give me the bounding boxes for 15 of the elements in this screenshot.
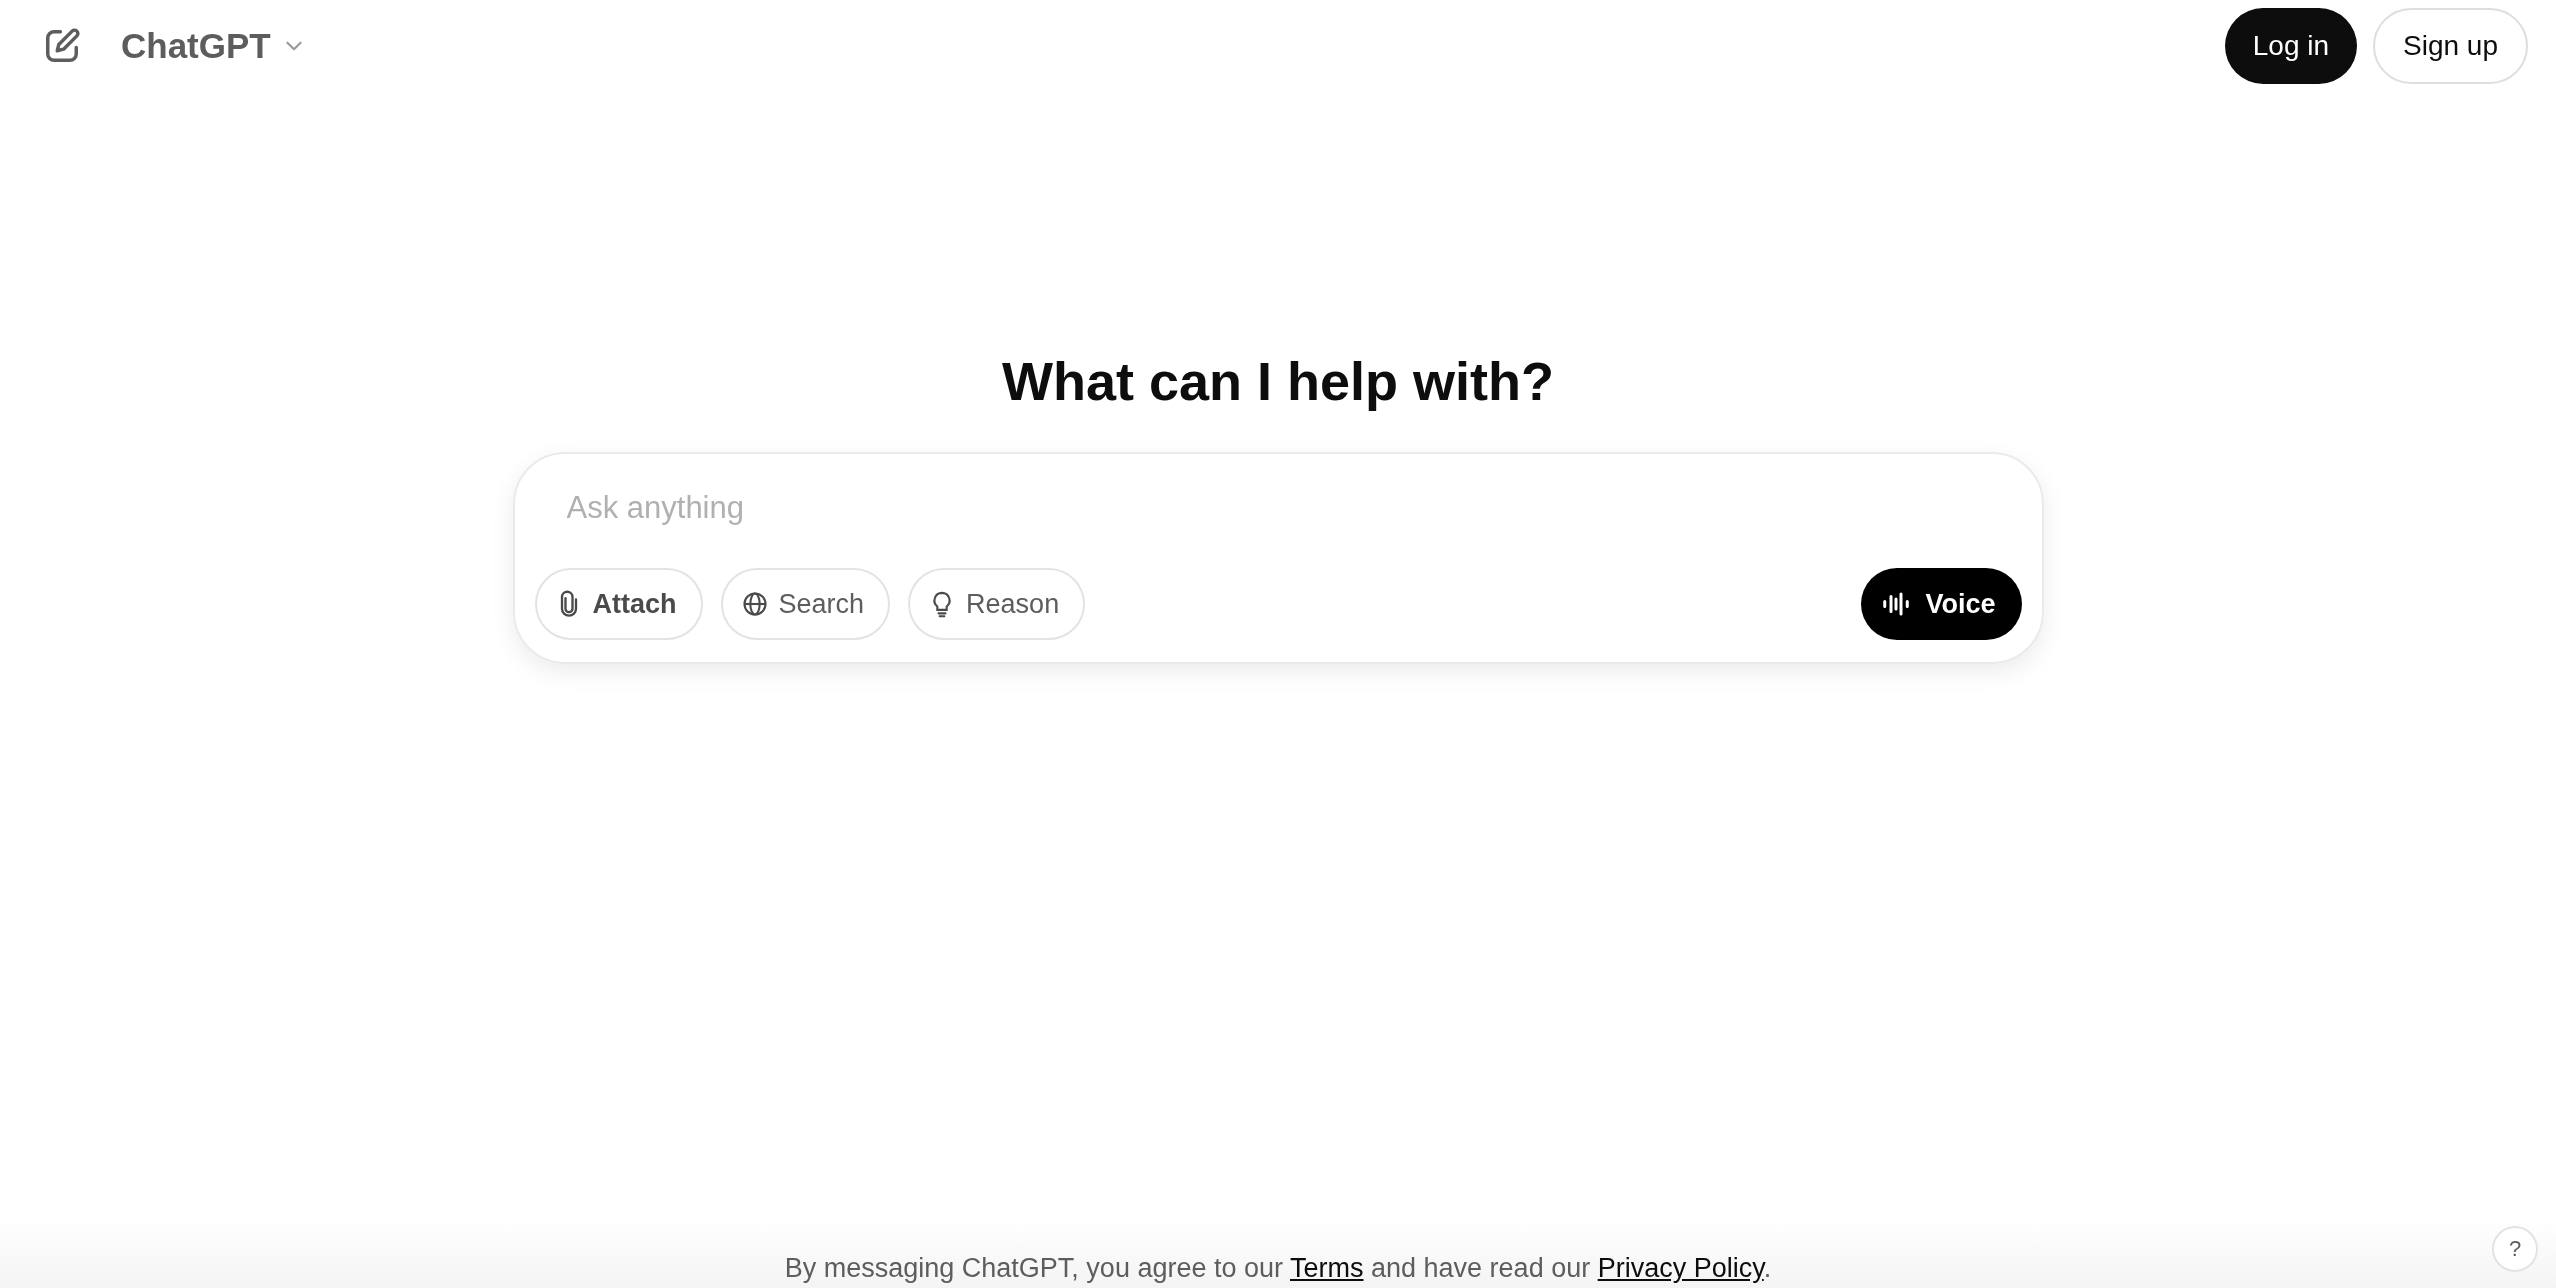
sign-up-button[interactable]: Sign up xyxy=(2373,8,2528,84)
disclaimer-text: By messaging ChatGPT, you agree to our Terms and have read our Privacy Policy. xyxy=(784,1253,1772,1284)
voice-button[interactable]: Voice xyxy=(1861,568,2022,640)
reason-button[interactable]: Reason xyxy=(908,568,1086,640)
search-button[interactable]: Search xyxy=(720,568,891,640)
globe-icon xyxy=(740,590,769,618)
attach-button[interactable]: Attach xyxy=(534,568,703,640)
terms-link[interactable]: Terms xyxy=(1290,1253,1364,1283)
help-button[interactable]: ? xyxy=(2492,1226,2538,1272)
page-heading: What can I help with? xyxy=(1002,350,1554,412)
model-selector[interactable]: ChatGPT xyxy=(121,26,305,66)
log-in-button[interactable]: Log in xyxy=(2224,8,2358,84)
privacy-policy-link[interactable]: Privacy Policy xyxy=(1597,1253,1764,1283)
message-field[interactable]: Ask anything Attach Search Reason Voice xyxy=(512,452,2044,664)
new-chat-icon[interactable] xyxy=(43,27,81,65)
